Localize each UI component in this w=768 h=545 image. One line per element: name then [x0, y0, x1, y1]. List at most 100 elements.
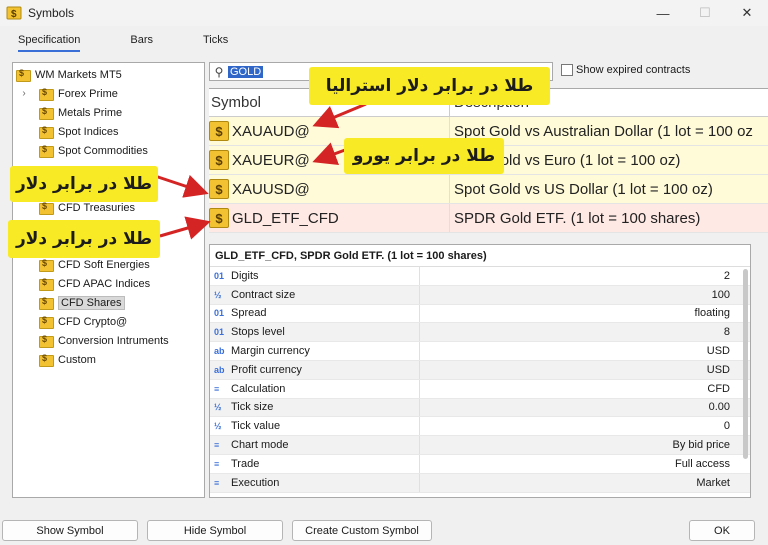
property-type-icon: ≡ [214, 383, 220, 394]
table-row[interactable]: ab Profit currency USD [210, 360, 750, 380]
property-name: Contract size [231, 288, 296, 301]
folder-icon [39, 334, 54, 348]
property-value: 8 [723, 326, 730, 339]
app-icon: $ [6, 6, 22, 20]
folder-icon [39, 296, 54, 310]
minimize-icon[interactable]: — [642, 0, 684, 26]
table-row[interactable]: ≡ Trade Full access [210, 454, 750, 474]
close-icon[interactable]: ✕ [726, 0, 768, 26]
table-row[interactable]: ab Margin currency USD [210, 342, 750, 361]
property-value: USD [706, 363, 730, 376]
property-value: 0 [723, 420, 730, 433]
title-bar: $ Symbols — ☐ ✕ [0, 0, 768, 26]
tab-ticks[interactable]: Ticks [203, 34, 228, 52]
maximize-icon[interactable]: ☐ [684, 0, 726, 26]
tree-root[interactable]: WM Markets MT5 [13, 65, 204, 84]
property-type-icon: 01 [214, 327, 225, 338]
property-value: floating [694, 307, 730, 320]
scrollbar[interactable] [743, 269, 748, 459]
tree-item-forex-prime[interactable]: › Forex Prime [13, 84, 204, 103]
folder-icon [39, 106, 54, 120]
tree-item-spot-commodities[interactable]: Spot Commodities [13, 141, 204, 160]
property-value: 2 [723, 269, 730, 282]
tree-item-metals-prime[interactable]: Metals Prime [13, 103, 204, 122]
tab-bar: Specification Bars Ticks [18, 34, 278, 52]
property-type-icon: 01 [214, 270, 225, 281]
folder-icon [39, 353, 54, 367]
dollar-icon: $ [209, 208, 229, 228]
search-value[interactable]: GOLD [228, 65, 264, 78]
create-custom-symbol-button[interactable]: Create Custom Symbol [292, 520, 432, 541]
property-type-icon: ≡ [214, 440, 220, 451]
dollar-icon: $ [209, 150, 229, 170]
property-type-icon: 01 [214, 308, 225, 319]
details-title: GLD_ETF_CFD, SPDR Gold ETF. (1 lot = 100… [210, 245, 750, 267]
tree-item-cfd-crypto[interactable]: CFD Crypto@ [13, 312, 204, 331]
property-name: Profit currency [231, 363, 302, 376]
folder-icon [39, 144, 54, 158]
tree-item-spot-indices[interactable]: Spot Indices [13, 122, 204, 141]
property-value: 0.00 [708, 401, 730, 414]
property-type-icon: ab [214, 364, 225, 375]
chevron-right-icon[interactable]: › [19, 88, 29, 99]
table-row[interactable]: 01 Digits 2 [210, 267, 750, 286]
show-expired-label: Show expired contracts [576, 64, 691, 76]
annotation-gold-vs-aud: طلا در برابر دلار استرالیا [309, 67, 550, 105]
folder-icon [39, 277, 54, 291]
property-value: By bid price [672, 439, 730, 452]
dollar-icon: $ [209, 121, 229, 141]
tree-item-cfd-shares[interactable]: CFD Shares [13, 293, 204, 312]
table-row[interactable]: 01 Stops level 8 [210, 323, 750, 343]
property-value: CFD [707, 382, 730, 395]
property-value: USD [706, 345, 730, 358]
table-row[interactable]: 01 Spread floating [210, 304, 750, 324]
folder-icon [39, 258, 54, 272]
property-name: Tick value [231, 420, 281, 433]
property-value: 100 [711, 288, 730, 301]
hide-symbol-button[interactable]: Hide Symbol [147, 520, 283, 541]
tree-item-custom[interactable]: Custom [13, 350, 204, 369]
property-type-icon: ab [214, 346, 225, 357]
folder-icon [39, 201, 54, 215]
property-name: Spread [231, 307, 267, 320]
details-panel[interactable]: GLD_ETF_CFD, SPDR Gold ETF. (1 lot = 100… [209, 244, 751, 498]
property-value: Full access [674, 457, 730, 470]
property-type-icon: ½ [214, 421, 222, 432]
folder-icon [39, 315, 54, 329]
table-row[interactable]: ½ Tick size 0.00 [210, 398, 750, 418]
property-type-icon: ½ [214, 402, 222, 413]
table-row[interactable]: $ XAUUSD@ Spot Gold vs US Dollar (1 lot =… [209, 175, 768, 204]
svg-text:$: $ [11, 9, 17, 20]
tab-specification[interactable]: Specification [18, 34, 81, 52]
tab-bars[interactable]: Bars [130, 34, 153, 52]
table-row[interactable]: $ GLD_ETF_CFD SPDR Gold ETF. (1 lot = 100… [209, 204, 768, 233]
dollar-icon: $ [209, 179, 229, 199]
property-type-icon: ½ [214, 289, 222, 300]
table-row[interactable]: ≡ Chart mode By bid price [210, 436, 750, 455]
annotation-gold-vs-eur: طلا در برابر یورو [344, 138, 504, 174]
symbol-tree[interactable]: WM Markets MT5 › Forex Prime Metals Prim… [12, 62, 205, 498]
property-name: Stops level [231, 326, 285, 339]
table-row[interactable]: ≡ Calculation CFD [210, 379, 750, 399]
table-row[interactable]: ½ Contract size 100 [210, 285, 750, 305]
folder-icon [16, 68, 31, 82]
folder-icon [39, 125, 54, 139]
annotation-gold-vs-usd: طلا در برابر دلار [10, 166, 158, 202]
checkbox-icon[interactable] [561, 64, 573, 76]
tree-item-cfd-apac-indices[interactable]: CFD APAC Indices [13, 274, 204, 293]
tree-item-conversion-intruments[interactable]: Conversion Intruments [13, 331, 204, 350]
annotation-gold-vs-usd-etf: طلا در برابر دلار [8, 220, 160, 258]
property-name: Tick size [231, 401, 274, 414]
show-symbol-button[interactable]: Show Symbol [2, 520, 138, 541]
property-type-icon: ≡ [214, 458, 220, 469]
property-name: Digits [231, 269, 259, 282]
property-name: Trade [231, 457, 260, 470]
table-row[interactable]: ½ Tick value 0 [210, 417, 750, 437]
table-row[interactable]: ≡ Execution Market [210, 473, 750, 493]
folder-icon [39, 87, 54, 101]
ok-button[interactable]: OK [689, 520, 755, 541]
show-expired-checkbox[interactable]: Show expired contracts [561, 64, 690, 76]
property-name: Execution [231, 476, 280, 489]
search-icon: ⚲ [214, 64, 224, 79]
property-type-icon: ≡ [214, 477, 220, 488]
